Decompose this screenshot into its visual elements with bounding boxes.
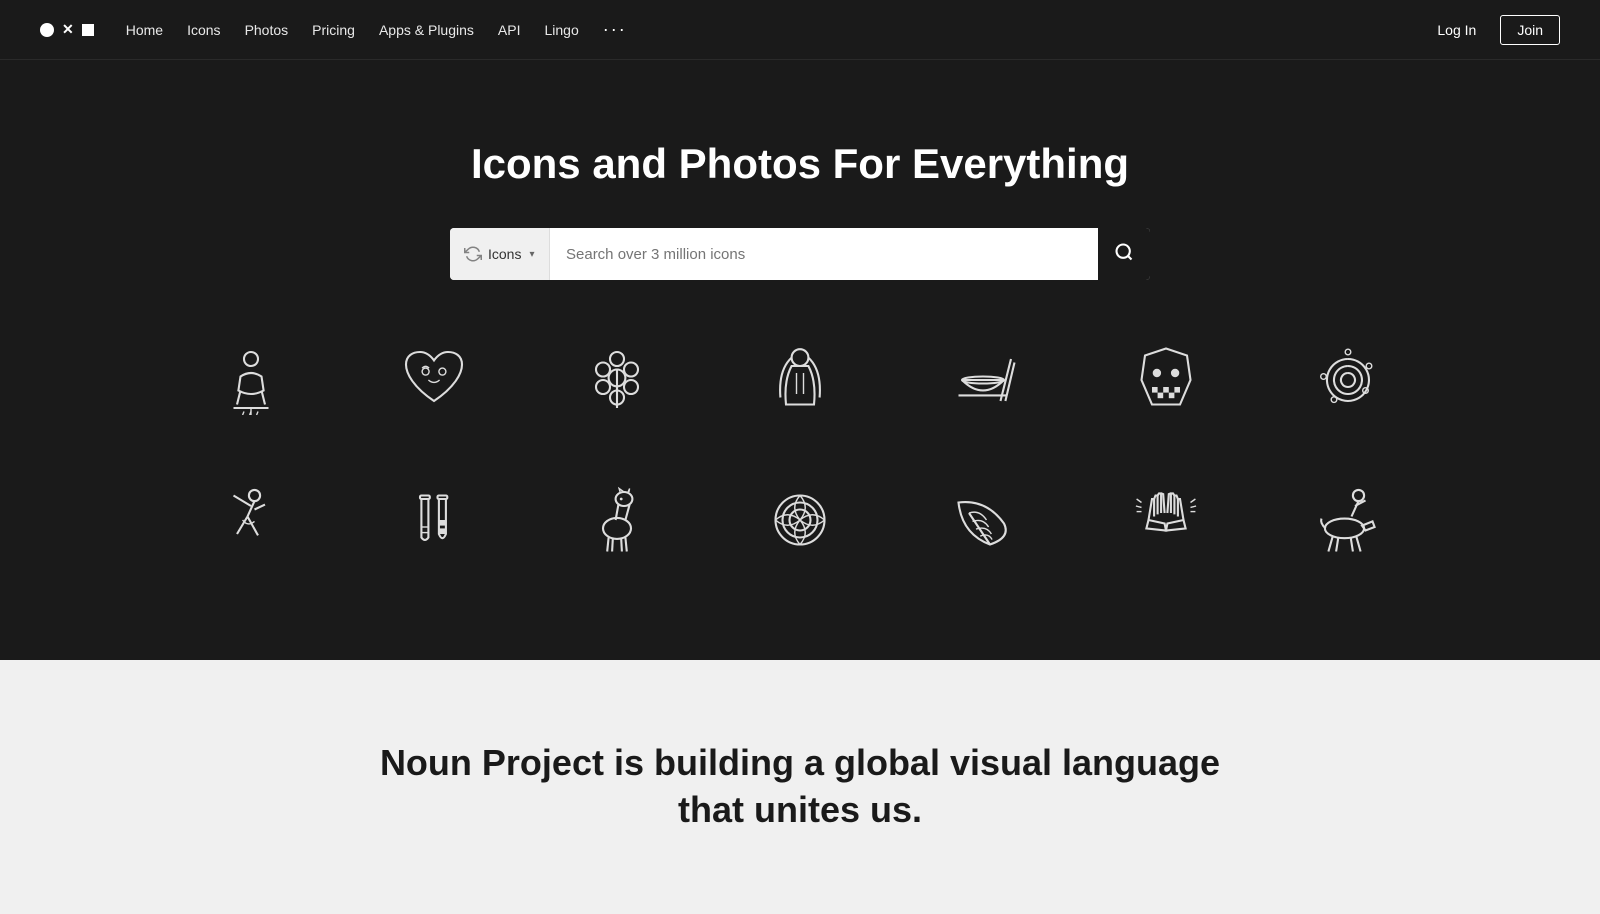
- icon-bowl-chopsticks[interactable]: [923, 320, 1043, 440]
- logo-square-icon: [82, 24, 94, 36]
- bottom-headline: Noun Project is building a global visual…: [40, 740, 1560, 834]
- search-input[interactable]: [550, 228, 1098, 280]
- search-type-label: Icons: [488, 246, 521, 262]
- icon-test-tubes[interactable]: [374, 460, 494, 580]
- icons-row-1: [160, 320, 1440, 440]
- icon-spiral-shell[interactable]: [1288, 320, 1408, 440]
- icon-rider[interactable]: [1288, 460, 1408, 580]
- icon-ai-head[interactable]: [1106, 320, 1226, 440]
- icon-llama[interactable]: [557, 460, 677, 580]
- nav-more-icon[interactable]: ···: [603, 19, 627, 40]
- icon-knot-pattern[interactable]: [740, 460, 860, 580]
- search-type-caret-icon: ▾: [529, 249, 534, 260]
- search-icon: [1114, 242, 1134, 267]
- nav-photos[interactable]: Photos: [245, 22, 289, 38]
- nav-api[interactable]: API: [498, 22, 521, 38]
- nav-lingo[interactable]: Lingo: [544, 22, 578, 38]
- bottom-section: Noun Project is building a global visual…: [0, 660, 1600, 914]
- hero-title: Icons and Photos For Everything: [471, 140, 1129, 188]
- icon-meditation[interactable]: [191, 320, 311, 440]
- icon-traditional-woman[interactable]: [740, 320, 860, 440]
- search-button[interactable]: [1098, 228, 1150, 280]
- icon-high-five[interactable]: [1106, 460, 1226, 580]
- main-nav: ✕ Home Icons Photos Pricing Apps & Plugi…: [0, 0, 1600, 60]
- logo[interactable]: ✕: [40, 21, 94, 38]
- icons-row-2: [160, 460, 1440, 580]
- logo-x-icon: ✕: [62, 21, 74, 38]
- nav-icons[interactable]: Icons: [187, 22, 220, 38]
- nav-home[interactable]: Home: [126, 22, 163, 38]
- hero-section: Icons and Photos For Everything Icons ▾: [0, 60, 1600, 660]
- icon-heart-face[interactable]: [374, 320, 494, 440]
- nav-apps-plugins[interactable]: Apps & Plugins: [379, 22, 474, 38]
- nav-left: ✕ Home Icons Photos Pricing Apps & Plugi…: [40, 19, 627, 40]
- nav-right: Log In Join: [1425, 15, 1560, 45]
- icons-type-icon: [464, 245, 482, 263]
- icon-tropical-leaf[interactable]: [923, 460, 1043, 580]
- logo-circle-icon: [40, 23, 54, 37]
- join-button[interactable]: Join: [1500, 15, 1560, 45]
- login-button[interactable]: Log In: [1425, 16, 1488, 44]
- search-type-selector[interactable]: Icons ▾: [450, 228, 550, 280]
- icon-dancer[interactable]: [191, 460, 311, 580]
- icons-showcase: [100, 280, 1500, 600]
- nav-pricing[interactable]: Pricing: [312, 22, 355, 38]
- search-bar: Icons ▾: [450, 228, 1150, 280]
- nav-links: Home Icons Photos Pricing Apps & Plugins…: [126, 19, 627, 40]
- icon-flower-lungs[interactable]: [557, 320, 677, 440]
